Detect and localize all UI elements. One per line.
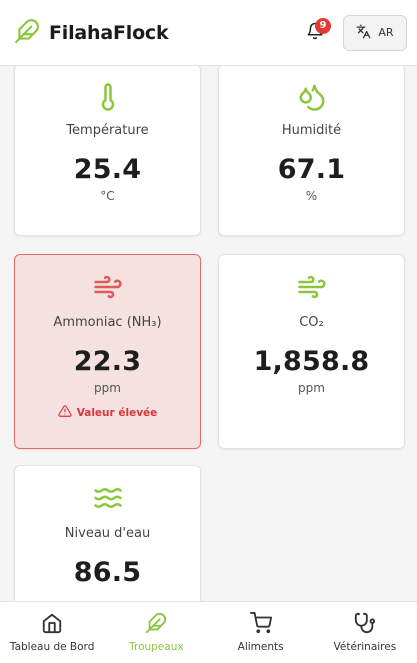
card-value: 86.5 bbox=[73, 557, 142, 588]
nav-label: Vétérinaires bbox=[333, 641, 397, 653]
card-label: Température bbox=[66, 123, 149, 138]
nav-item-dashboard[interactable]: Tableau de Bord bbox=[0, 602, 104, 663]
home-icon bbox=[41, 612, 63, 641]
cart-icon bbox=[249, 612, 272, 641]
co2-card[interactable]: CO₂ 1,858.8 ppm bbox=[218, 254, 405, 449]
card-value: 67.1 bbox=[277, 154, 346, 185]
wind-icon bbox=[296, 271, 328, 303]
notifications-button[interactable]: 9 bbox=[299, 17, 331, 49]
droplets-icon bbox=[296, 81, 328, 113]
card-value: 25.4 bbox=[73, 154, 142, 185]
nav-item-feed[interactable]: Aliments bbox=[209, 602, 313, 663]
card-value: 22.3 bbox=[73, 346, 142, 377]
nav-label: Aliments bbox=[237, 641, 284, 653]
card-value: 1,858.8 bbox=[253, 346, 370, 377]
nav-label: Tableau de Bord bbox=[9, 641, 95, 653]
warning-message: Valeur élevée bbox=[58, 404, 158, 421]
feather-logo-icon bbox=[14, 18, 40, 48]
language-button[interactable]: AR bbox=[343, 14, 407, 51]
card-unit: ppm bbox=[94, 381, 121, 395]
humidity-card[interactable]: Humidité 67.1 % bbox=[218, 66, 405, 236]
sensor-grid: Température 25.4 °C Humidité 67.1 % Ammo… bbox=[0, 66, 417, 601]
thermometer-icon bbox=[92, 81, 124, 113]
card-label: CO₂ bbox=[299, 315, 324, 330]
temperature-card[interactable]: Température 25.4 °C bbox=[14, 66, 201, 236]
app-name: FilahaFlock bbox=[49, 21, 169, 44]
notification-badge: 9 bbox=[315, 17, 331, 34]
brand[interactable]: FilahaFlock bbox=[14, 18, 169, 48]
language-label: AR bbox=[378, 26, 394, 39]
card-unit: °C bbox=[100, 189, 115, 203]
nav-label: Troupeaux bbox=[129, 641, 184, 653]
translate-icon bbox=[356, 24, 378, 42]
wind-icon bbox=[92, 271, 124, 303]
card-unit: % bbox=[305, 189, 318, 203]
water-level-card[interactable]: Niveau d'eau 86.5 bbox=[14, 465, 201, 601]
card-label: Ammoniac (NH₃) bbox=[53, 315, 162, 330]
warning-text: Valeur élevée bbox=[76, 406, 158, 419]
card-label: Humidité bbox=[281, 123, 342, 138]
card-label: Niveau d'eau bbox=[64, 526, 151, 541]
ammonia-card[interactable]: Ammoniac (NH₃) 22.3 ppm Valeur élevée bbox=[14, 254, 201, 449]
app-header: FilahaFlock 9 AR bbox=[0, 0, 417, 66]
waves-icon bbox=[92, 482, 124, 514]
nav-item-flocks[interactable]: Troupeaux bbox=[104, 602, 208, 663]
card-unit: ppm bbox=[298, 381, 325, 395]
alert-triangle-icon bbox=[58, 404, 77, 421]
feather-icon bbox=[145, 612, 167, 641]
bottom-nav: Tableau de Bord Troupeaux Aliments Vétér… bbox=[0, 601, 417, 663]
stethoscope-icon bbox=[354, 612, 376, 641]
nav-item-vets[interactable]: Vétérinaires bbox=[313, 602, 417, 663]
